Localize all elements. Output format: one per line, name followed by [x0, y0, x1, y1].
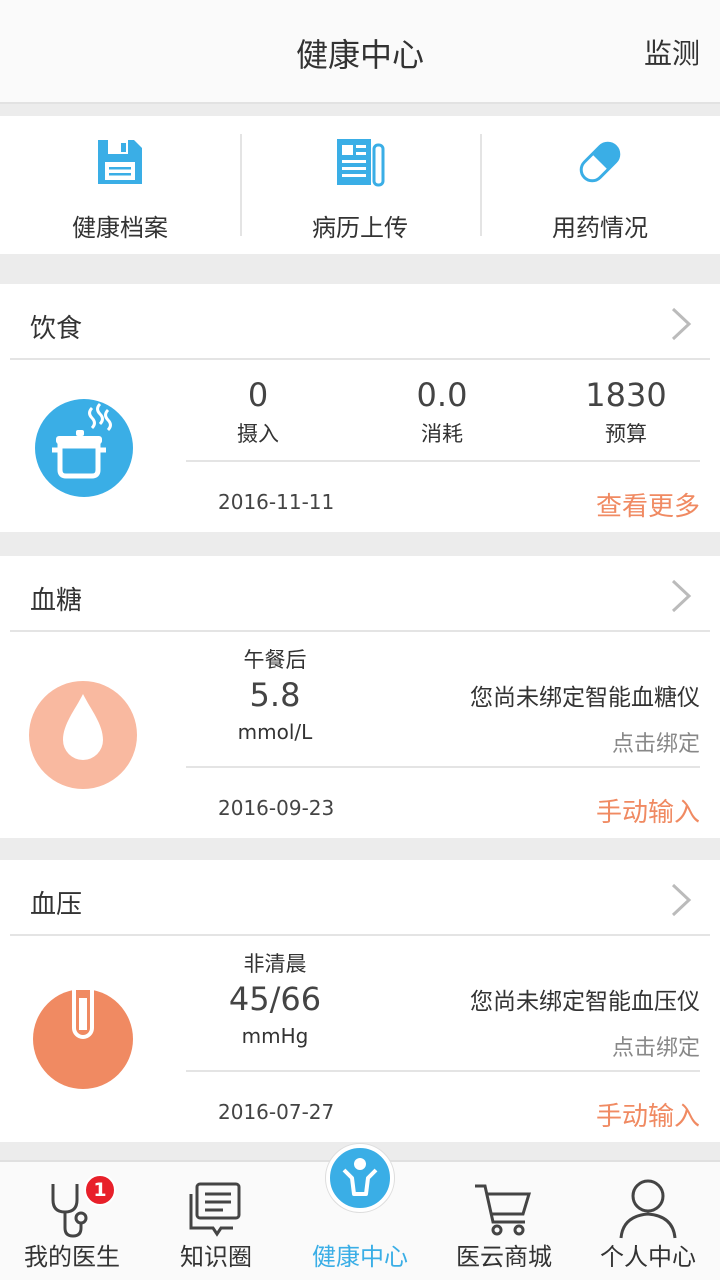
view-more-link[interactable]: 查看更多 — [596, 486, 700, 523]
page-title: 健康中心 — [295, 36, 424, 74]
diet-title: 饮食 — [30, 314, 83, 344]
record-upload-button[interactable]: 病历上传 — [240, 116, 480, 254]
nav-my-doctor[interactable]: 1 我的医生 — [0, 1162, 144, 1280]
nav-personal-center[interactable]: 个人中心 — [576, 1162, 720, 1280]
divider — [186, 1070, 700, 1072]
medication-button[interactable]: 用药情况 — [480, 116, 720, 254]
blood-pressure-title: 血压 — [30, 890, 83, 920]
chevron-right-icon — [671, 883, 692, 917]
record-upload-label: 病历上传 — [312, 214, 408, 242]
blood-sugar-title: 血糖 — [30, 586, 83, 616]
budget-value: 1830 — [585, 376, 667, 414]
quick-actions: 健康档案 病历上传 用药情况 — [0, 116, 720, 254]
nav-mall-label: 医云商城 — [456, 1243, 552, 1271]
chevron-right-icon — [671, 307, 692, 341]
blood-sugar-body: 午餐后 5.8 mmol/L 您尚未绑定智能血糖仪 点击绑定 2016-09-2… — [0, 632, 720, 838]
blood-sugar-card: 血糖 午餐后 5.8 mmol/L 您尚未绑定智能血糖仪 点击绑定 2016-0… — [0, 556, 720, 838]
medication-label: 用药情况 — [552, 214, 648, 242]
consumption-label: 消耗 — [421, 422, 463, 446]
blood-sugar-measurement: 午餐后 5.8 mmol/L — [200, 644, 350, 744]
app-header: 健康中心 监测 — [0, 0, 720, 104]
divider — [186, 766, 700, 768]
newspaper-icon — [337, 139, 385, 187]
intake-stat: 0 摄入 — [198, 376, 318, 448]
nav-health-center-label: 健康中心 — [312, 1243, 408, 1271]
nav-personal-center-label: 个人中心 — [600, 1243, 696, 1271]
intake-label: 摄入 — [237, 422, 279, 446]
blood-pressure-date: 2016-07-27 — [218, 1100, 335, 1124]
blood-pressure-measurement: 非清晨 45/66 mmHg — [200, 948, 350, 1048]
nav-my-doctor-label: 我的医生 — [24, 1243, 120, 1271]
divider — [186, 460, 700, 462]
blood-pressure-card: 血压 非清晨 45/66 mmHg 您尚未绑定智能血压仪 点击绑定 2016-0… — [0, 860, 720, 1142]
blood-pressure-device-status: 您尚未绑定智能血压仪 — [470, 989, 700, 1015]
nav-knowledge-label: 知识圈 — [180, 1243, 252, 1271]
bind-bp-monitor-link[interactable]: 点击绑定 — [612, 1030, 700, 1062]
health-center-button[interactable] — [326, 1144, 394, 1212]
thermometer-icon — [33, 988, 133, 1089]
diet-date: 2016-11-11 — [218, 490, 335, 514]
blood-pressure-unit: mmHg — [241, 1024, 309, 1048]
consumption-stat: 0.0 消耗 — [382, 376, 502, 448]
user-icon — [619, 1179, 677, 1239]
pill-icon — [579, 141, 621, 183]
blood-drop-icon — [29, 681, 137, 789]
blood-sugar-unit: mmol/L — [237, 720, 313, 744]
notification-badge: 1 — [84, 1174, 116, 1206]
blood-pressure-manual-input-link[interactable]: 手动输入 — [596, 1096, 700, 1133]
blood-pressure-value: 45/66 — [228, 980, 322, 1018]
floppy-disk-icon — [98, 140, 142, 184]
diet-body: 0 摄入 0.0 消耗 1830 预算 2016-11-11 查看更多 — [0, 360, 720, 532]
blood-pressure-body: 非清晨 45/66 mmHg 您尚未绑定智能血压仪 点击绑定 2016-07-2… — [0, 936, 720, 1142]
person-icon — [342, 1158, 378, 1196]
nav-knowledge[interactable]: 知识圈 — [144, 1162, 288, 1280]
monitor-button[interactable]: 监测 — [644, 32, 700, 72]
blood-sugar-value: 5.8 — [249, 676, 301, 714]
blood-sugar-card-header[interactable]: 血糖 — [10, 556, 710, 632]
shopping-cart-icon — [475, 1184, 532, 1236]
blood-pressure-period: 非清晨 — [243, 952, 307, 976]
blood-pressure-card-header[interactable]: 血压 — [10, 860, 710, 936]
blood-sugar-manual-input-link[interactable]: 手动输入 — [596, 792, 700, 829]
consumption-value: 0.0 — [416, 376, 468, 414]
chevron-right-icon — [671, 579, 692, 613]
blood-sugar-date: 2016-09-23 — [218, 796, 335, 820]
bind-glucometer-link[interactable]: 点击绑定 — [612, 726, 700, 758]
blood-sugar-period: 午餐后 — [243, 648, 307, 672]
budget-label: 预算 — [605, 422, 647, 446]
health-records-button[interactable]: 健康档案 — [0, 116, 240, 254]
diet-card-header[interactable]: 饮食 — [10, 284, 710, 360]
budget-stat: 1830 预算 — [566, 376, 686, 448]
health-records-label: 健康档案 — [72, 214, 168, 242]
nav-mall[interactable]: 医云商城 — [432, 1162, 576, 1280]
chat-bubble-icon — [189, 1182, 241, 1237]
diet-card: 饮食 0 摄入 0.0 消耗 1830 预算 2016-11-11 查看更多 — [0, 284, 720, 532]
intake-value: 0 — [247, 376, 269, 414]
blood-sugar-device-status: 您尚未绑定智能血糖仪 — [470, 685, 700, 711]
cooking-pot-icon — [35, 399, 133, 497]
